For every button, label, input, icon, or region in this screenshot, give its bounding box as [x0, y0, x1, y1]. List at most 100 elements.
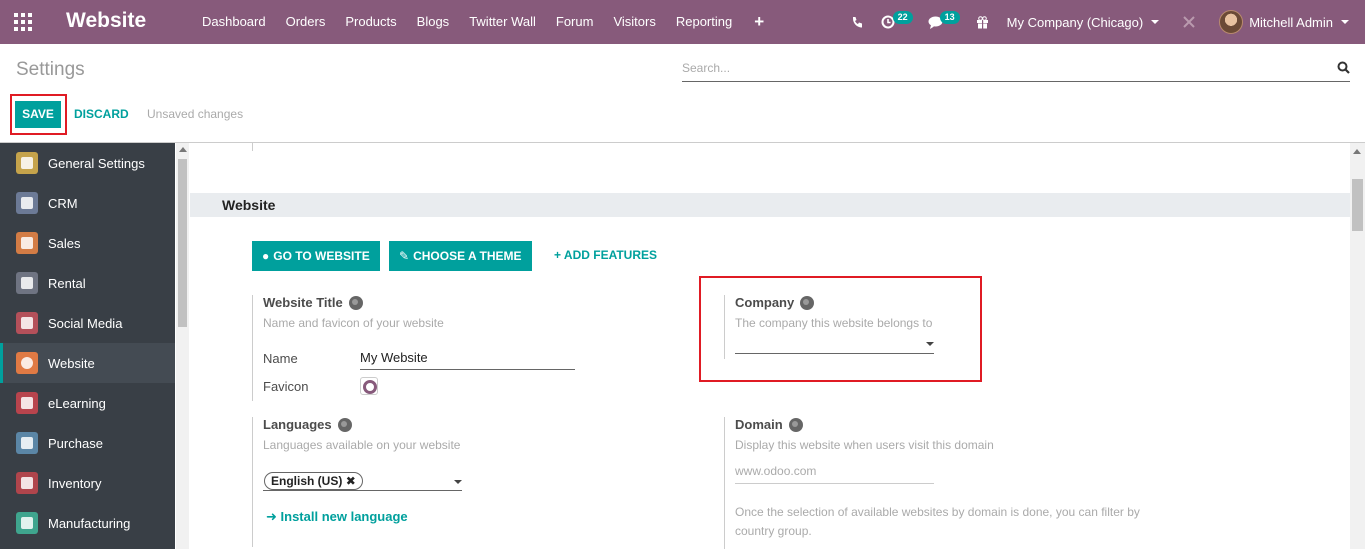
domain-note: Once the selection of available websites…: [735, 505, 1140, 538]
user-menu[interactable]: Mitchell Admin: [1210, 0, 1365, 44]
link-label: Install new language: [280, 509, 408, 524]
arrow-right-icon: ➜: [266, 509, 281, 524]
menu-blogs[interactable]: Blogs: [407, 0, 460, 44]
sidebar-item-social-media[interactable]: Social Media: [0, 303, 175, 343]
favicon-image[interactable]: [360, 377, 378, 395]
sidebar-item-inventory[interactable]: Inventory: [0, 463, 175, 503]
setting-help: Languages available on your website: [263, 438, 461, 452]
sidebar-item-purchase[interactable]: Purchase: [0, 423, 175, 463]
activities-icon[interactable]: 22: [872, 0, 919, 44]
favicon-label: Favicon: [263, 379, 309, 394]
search-placeholder: Search...: [682, 61, 731, 75]
caret-down-icon[interactable]: [454, 480, 462, 484]
company-switcher[interactable]: My Company (Chicago): [998, 0, 1169, 44]
menu-products[interactable]: Products: [335, 0, 406, 44]
gift-icon[interactable]: [967, 0, 998, 44]
chevron-down-icon: [1341, 20, 1349, 24]
domain-input[interactable]: www.odoo.com: [735, 464, 934, 484]
scroll-up-icon[interactable]: [1353, 149, 1361, 154]
globe-icon: [16, 352, 38, 374]
sidebar-scrollbar[interactable]: [176, 143, 189, 549]
content-scrollbar[interactable]: [1350, 143, 1365, 549]
globe-icon: [800, 295, 815, 310]
section-header: Website: [190, 193, 1350, 217]
globe-icon: [337, 417, 352, 432]
handshake-icon: [16, 192, 38, 214]
button-label: GO TO WEBSITE: [273, 249, 370, 263]
menu-reporting[interactable]: Reporting: [666, 0, 742, 44]
sidebar-item-label: Website: [48, 355, 95, 371]
close-icon[interactable]: ✖: [346, 474, 356, 488]
apps-menu-icon[interactable]: [14, 13, 32, 31]
app-brand[interactable]: Website: [66, 9, 146, 33]
paint-brush-icon: ✎: [399, 249, 410, 263]
debug-icon[interactable]: [1168, 0, 1210, 44]
sidebar-item-rental[interactable]: Rental: [0, 263, 175, 303]
sidebar-item-label: Purchase: [48, 435, 103, 451]
globe-icon: [348, 295, 363, 310]
control-panel: Settings Search... SAVE DISCARD Unsaved …: [0, 44, 1365, 143]
company-name: My Company (Chicago): [1006, 14, 1144, 30]
discard-button[interactable]: DISCARD: [74, 107, 129, 121]
menu-forum[interactable]: Forum: [546, 0, 604, 44]
menu-dashboard[interactable]: Dashboard: [192, 0, 276, 44]
button-label: ADD FEATURES: [563, 248, 658, 262]
sidebar-item-elearning[interactable]: eLearning: [0, 383, 175, 423]
scrollbar-thumb[interactable]: [178, 159, 187, 327]
tag-label: English (US): [271, 474, 343, 488]
sidebar-item-website[interactable]: Website: [0, 343, 175, 383]
setting-help: The company this website belongs to: [735, 316, 933, 330]
save-button[interactable]: SAVE: [15, 101, 61, 128]
phone-icon[interactable]: [842, 0, 872, 44]
chevron-down-icon: [1151, 20, 1160, 24]
chart-icon: [16, 232, 38, 254]
sidebar-item-label: Social Media: [48, 315, 123, 331]
main-menu: Dashboard Orders Products Blogs Twitter …: [192, 0, 776, 44]
sidebar-item-sales[interactable]: Sales: [0, 223, 175, 263]
systray: 22 13 My Company (Chicago) Mitchell Admi…: [842, 0, 1365, 44]
divider: [252, 143, 253, 151]
setting-label: Website Title: [263, 295, 343, 310]
add-features-button[interactable]: + ADD FEATURES: [554, 248, 657, 262]
sidebar-item-label: Rental: [48, 275, 86, 291]
sidebar-item-crm[interactable]: CRM: [0, 183, 175, 223]
sidebar-item-label: Manufacturing: [48, 515, 131, 531]
go-to-website-button[interactable]: ● GO TO WEBSITE: [252, 241, 380, 271]
menu-orders[interactable]: Orders: [276, 0, 336, 44]
sidebar-item-label: Sales: [48, 235, 81, 251]
setting-help: Name and favicon of your website: [263, 316, 444, 330]
new-content-icon[interactable]: +: [742, 0, 776, 44]
search-input[interactable]: Search...: [682, 58, 1350, 82]
company-select[interactable]: [735, 334, 934, 354]
sidebar-item-label: eLearning: [48, 395, 106, 411]
messages-icon[interactable]: 13: [919, 0, 967, 44]
install-language-link[interactable]: ➜ Install new language: [266, 509, 408, 525]
sidebar-item-label: Inventory: [48, 475, 102, 491]
settings-content: Website ● GO TO WEBSITE ✎ CHOOSE A THEME…: [190, 143, 1350, 549]
scroll-up-icon[interactable]: [179, 147, 187, 152]
language-tag[interactable]: English (US) ✖: [264, 472, 363, 490]
sidebar-item-manufacturing[interactable]: Manufacturing: [0, 503, 175, 543]
name-label: Name: [263, 351, 298, 366]
top-navbar: Website Dashboard Orders Products Blogs …: [0, 0, 1365, 44]
choose-theme-button[interactable]: ✎ CHOOSE A THEME: [389, 241, 532, 271]
plus-icon: +: [554, 248, 564, 262]
website-name-input[interactable]: My Website: [360, 350, 575, 370]
caret-down-icon[interactable]: [926, 342, 934, 346]
menu-twitter-wall[interactable]: Twitter Wall: [459, 0, 546, 44]
rental-icon: [16, 272, 38, 294]
setting-label: Company: [735, 295, 795, 310]
settings-sidebar: General Settings CRM Sales Rental Social…: [0, 143, 175, 549]
setting-help: Display this website when users visit th…: [735, 438, 994, 452]
sidebar-item-label: CRM: [48, 195, 78, 211]
search-icon[interactable]: [1337, 61, 1350, 77]
sidebar-item-general-settings[interactable]: General Settings: [0, 143, 175, 183]
setting-label: Languages: [263, 417, 332, 432]
section-title: Website: [222, 197, 276, 213]
button-label: CHOOSE A THEME: [413, 249, 522, 263]
globe-icon: [788, 417, 803, 432]
scrollbar-thumb[interactable]: [1352, 179, 1363, 231]
menu-visitors[interactable]: Visitors: [603, 0, 665, 44]
globe-icon: ●: [262, 249, 270, 263]
messages-badge: 13: [939, 11, 960, 24]
